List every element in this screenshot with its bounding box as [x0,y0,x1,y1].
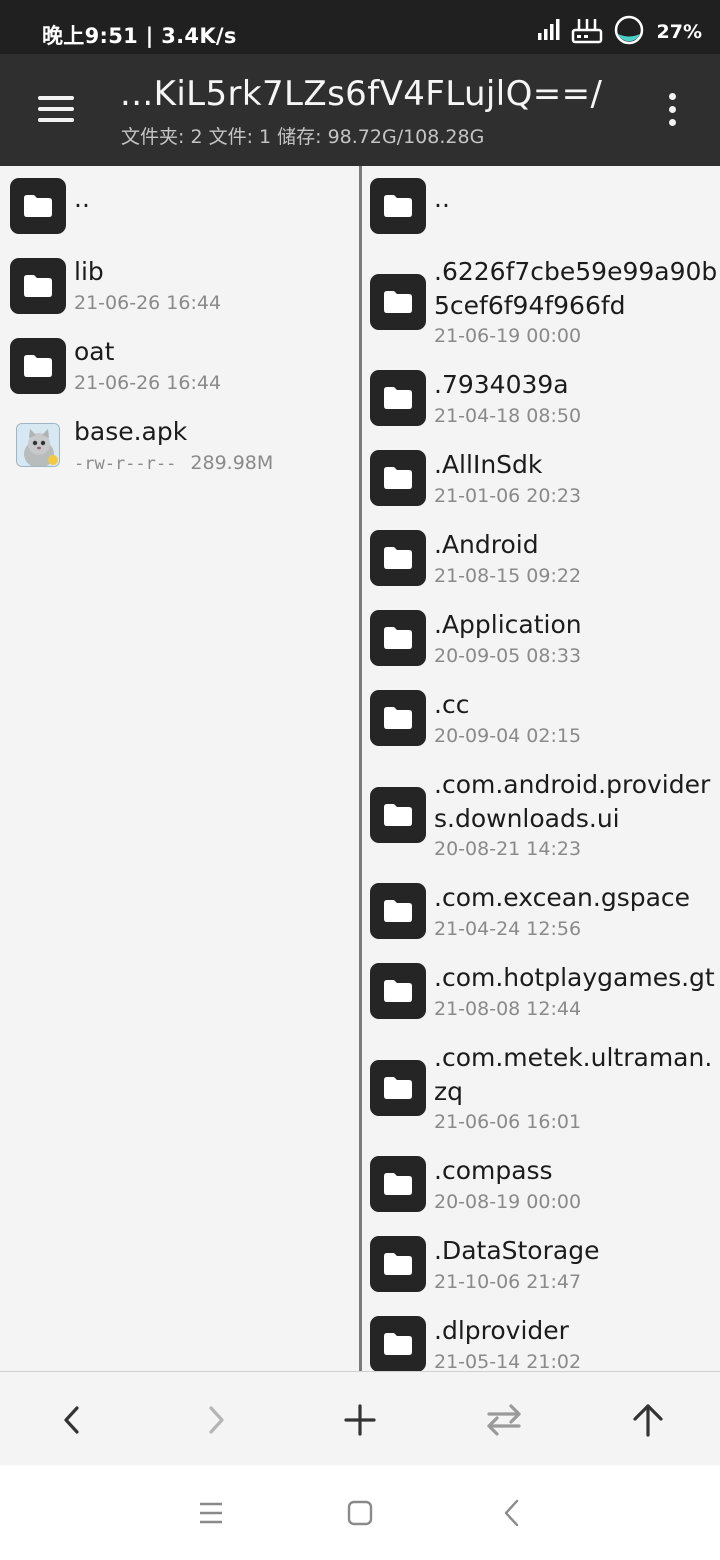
home-icon[interactable] [338,1491,382,1535]
folder-icon [10,178,66,234]
back-arrow-icon[interactable] [44,1392,100,1448]
system-nav-bar [0,1465,720,1560]
item-name: .. [74,184,90,213]
add-icon[interactable] [332,1392,388,1448]
folder-icon [370,1060,426,1116]
item-date: 21-08-08 12:44 [434,998,582,1020]
battery-percent: 27% [656,21,702,43]
item-name: oat [74,337,115,366]
folder-item[interactable]: .compass 20-08-19 00:00 [362,1155,720,1227]
item-name: .cc [434,690,470,719]
folder-item[interactable]: .6226f7cbe59e99a90b5cef6f94f966fd 21-06-… [362,256,720,356]
item-name: .7934039a [434,370,569,399]
folder-item[interactable]: .com.metek.ultraman.zq 21-06-06 16:01 [362,1042,720,1142]
folder-icon [370,787,426,843]
swap-panes-icon[interactable] [476,1392,532,1448]
more-vertical-icon[interactable] [652,84,692,134]
item-name: .AllInSdk [434,450,543,479]
item-date: 20-09-04 02:15 [434,725,582,747]
up-directory-icon[interactable] [620,1392,676,1448]
folder-icon [370,178,426,234]
item-date: 21-06-06 16:01 [434,1111,582,1133]
folder-item[interactable]: .cc 20-09-04 02:15 [362,689,720,761]
file-permissions: -rw-r--r-- [74,454,177,474]
folder-icon [370,690,426,746]
folder-icon [370,274,426,330]
item-name: .com.android.providers.downloads.ui [434,770,711,833]
folder-icon [370,883,426,939]
item-name: .Application [434,610,582,639]
folder-item[interactable]: .com.android.providers.downloads.ui 20-0… [362,769,720,869]
folder-item[interactable]: .7934039a 21-04-18 08:50 [362,369,720,441]
folder-item[interactable]: .Android 21-08-15 09:22 [362,529,720,601]
status-time: 晚上9:51 | 3.4K/s [42,24,237,48]
item-date: 21-04-24 12:56 [434,918,582,940]
item-name: .compass [434,1156,553,1185]
item-date: 20-08-19 00:00 [434,1191,582,1213]
storage-summary: 文件夹: 2 文件: 1 储存: 98.72G/108.28G [121,126,485,148]
folder-icon [370,1156,426,1212]
status-icons: 27% [537,14,702,50]
folder-item[interactable]: .DataStorage 21-10-06 21:47 [362,1235,720,1307]
folder-item[interactable]: .AllInSdk 21-01-06 20:23 [362,449,720,521]
item-name: .com.hotplaygames.gt [434,963,715,992]
router-icon [571,16,603,48]
file-item-base-apk[interactable]: base.apk -rw-r--r-- 289.98M [0,416,359,488]
item-date: 20-09-05 08:33 [434,645,582,667]
item-name: .. [434,184,450,213]
recents-icon[interactable] [189,1491,233,1535]
item-date: 21-06-19 00:00 [434,325,582,347]
folder-item[interactable]: .com.hotplaygames.gt 21-08-08 12:44 [362,962,720,1034]
bottom-toolbar [0,1371,720,1465]
item-date: 21-05-14 21:02 [434,1351,582,1371]
folder-item-lib[interactable]: lib 21-06-26 16:44 [0,256,359,328]
current-path: ...KiL5rk7LZs6fV4FLujlQ==/ [120,74,603,114]
parent-folder-item[interactable]: .. [362,176,720,246]
folder-icon [370,1316,426,1371]
item-name: .com.excean.gspace [434,883,691,912]
item-date: 21-04-18 08:50 [434,405,582,427]
app-bar: ...KiL5rk7LZs6fV4FLujlQ==/ 文件夹: 2 文件: 1 … [0,54,720,166]
apk-cat-icon [16,423,60,467]
folder-icon [10,258,66,314]
folder-icon [370,610,426,666]
item-name: .DataStorage [434,1236,600,1265]
folder-icon [370,370,426,426]
file-details: -rw-r--r-- 289.98M [74,452,273,474]
item-date: 21-10-06 21:47 [434,1271,582,1293]
item-date: 21-06-26 16:44 [74,292,222,314]
item-name: .Android [434,530,539,559]
back-icon[interactable] [490,1491,534,1535]
left-pane[interactable]: .. lib 21-06-26 16:44 oat 21-06-26 16:44 [0,166,359,1371]
folder-icon [370,1236,426,1292]
file-size: 289.98M [190,452,274,474]
folder-icon [10,338,66,394]
item-name: .dlprovider [434,1316,569,1345]
folder-item[interactable]: .com.excean.gspace 21-04-24 12:56 [362,882,720,954]
folder-icon [370,530,426,586]
item-name: lib [74,257,104,286]
menu-icon[interactable] [30,84,82,134]
status-bar: 晚上9:51 | 3.4K/s 27% [0,0,720,54]
item-name: base.apk [74,417,188,446]
parent-folder-item[interactable]: .. [0,176,359,246]
item-date: 21-08-15 09:22 [434,565,582,587]
item-date: 21-01-06 20:23 [434,485,582,507]
folder-item[interactable]: .dlprovider 21-05-14 21:02 [362,1315,720,1371]
right-pane[interactable]: .. .6226f7cbe59e99a90b5cef6f94f966fd 21-… [362,166,720,1371]
item-name: .com.metek.ultraman.zq [434,1043,713,1106]
folder-item[interactable]: .Application 20-09-05 08:33 [362,609,720,681]
folder-icon [370,963,426,1019]
item-date: 21-06-26 16:44 [74,372,222,394]
forward-arrow-icon[interactable] [188,1392,244,1448]
folder-item-oat[interactable]: oat 21-06-26 16:44 [0,336,359,408]
item-name: .6226f7cbe59e99a90b5cef6f94f966fd [434,257,718,320]
battery-ring-icon [613,14,645,50]
item-date: 20-08-21 14:23 [434,838,582,860]
folder-icon [370,450,426,506]
signal-icon [537,19,561,45]
